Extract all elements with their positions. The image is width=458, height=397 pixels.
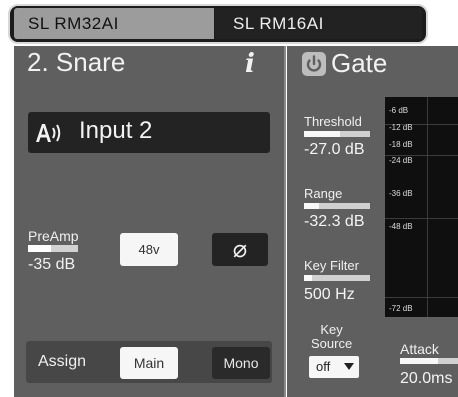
meter-scale-label: -48 dB bbox=[389, 222, 413, 231]
range-slider[interactable] bbox=[304, 203, 370, 209]
channel-title: 2. Snare bbox=[27, 47, 126, 77]
threshold-slider[interactable] bbox=[304, 131, 370, 137]
gate-title: Gate bbox=[331, 48, 388, 78]
preamp-slider-fill bbox=[28, 245, 51, 252]
preamp-label: PreAmp bbox=[28, 228, 79, 244]
dropdown-arrow-icon[interactable] bbox=[344, 363, 354, 370]
attack-slider[interactable] bbox=[400, 358, 458, 364]
range-value: -32.3 dB bbox=[304, 213, 365, 230]
meter-scale-label: -72 dB bbox=[389, 304, 413, 313]
meter-grid-line bbox=[385, 218, 458, 219]
meter-scale-label: -36 dB bbox=[389, 189, 413, 198]
key-filter-slider-fill bbox=[304, 275, 312, 281]
assign-main-button[interactable]: Main bbox=[120, 347, 178, 379]
phantom-power-button[interactable]: 48v bbox=[120, 233, 178, 266]
key-source-label: Key Source bbox=[311, 323, 352, 351]
tab-sl-rm16ai[interactable]: SL RM16AI bbox=[215, 8, 422, 39]
threshold-label: Threshold bbox=[304, 114, 362, 129]
power-icon[interactable] bbox=[302, 52, 326, 76]
key-filter-value: 500 Hz bbox=[304, 286, 355, 303]
info-icon[interactable]: i bbox=[245, 49, 255, 79]
phase-invert-button[interactable]: ⌀ bbox=[212, 233, 268, 266]
key-source-label-line1: Key bbox=[320, 322, 343, 337]
threshold-value: -27.0 dB bbox=[304, 141, 365, 158]
threshold-slider-fill bbox=[304, 131, 341, 137]
tab-sl-rm32ai[interactable]: SL RM32AI bbox=[14, 8, 214, 39]
attack-slider-fill bbox=[400, 358, 438, 364]
meter-scale-label: -18 dB bbox=[389, 140, 413, 149]
meter-scale-label: -12 dB bbox=[389, 123, 413, 132]
key-filter-label: Key Filter bbox=[304, 258, 359, 273]
meter-grid-line bbox=[427, 97, 428, 317]
preamp-slider[interactable] bbox=[28, 245, 78, 252]
assign-label: Assign bbox=[38, 353, 87, 370]
attack-value: 20.0ms bbox=[400, 370, 453, 387]
key-source-label-line2: Source bbox=[311, 336, 353, 351]
preamp-value: -35 dB bbox=[28, 256, 76, 273]
assign-mono-button[interactable]: Mono bbox=[212, 347, 270, 379]
range-slider-fill bbox=[304, 203, 319, 209]
meter-scale-label: -6 dB bbox=[389, 106, 409, 115]
meter-grid-line bbox=[385, 297, 458, 298]
speaker-icon bbox=[36, 124, 61, 142]
key-filter-slider[interactable] bbox=[304, 275, 370, 281]
input-name: Input 2 bbox=[79, 117, 153, 144]
meter-scale-label: -24 dB bbox=[389, 156, 413, 165]
range-label: Range bbox=[304, 186, 343, 201]
attack-label: Attack bbox=[400, 341, 439, 357]
